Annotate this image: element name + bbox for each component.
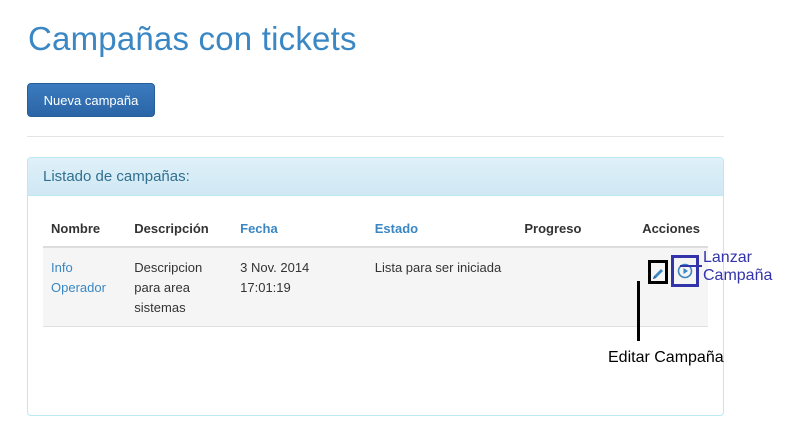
new-campaign-button[interactable]: Nueva campaña: [27, 83, 155, 117]
campaign-date: 3 Nov. 2014 17:01:19: [232, 247, 367, 327]
column-header-nombre: Nombre: [43, 213, 127, 248]
table-header-row: Nombre Descripción Fecha Estado Progreso…: [43, 213, 708, 248]
campaign-description: Descripcion para area sistemas: [126, 247, 233, 327]
campaign-actions: [634, 247, 708, 327]
campaign-status: Lista para ser iniciada: [366, 247, 517, 327]
column-header-progreso: Progreso: [516, 213, 635, 248]
column-header-descripcion: Descripción: [126, 213, 233, 248]
launch-campaign-annotation: Lanzar Campaña: [703, 249, 772, 285]
campaign-list-panel: Listado de campañas: Nombre Descripción …: [27, 157, 724, 416]
launch-annotation-line-2: Campaña: [703, 267, 773, 284]
play-circle-icon[interactable]: [671, 255, 700, 287]
divider: [27, 136, 724, 137]
panel-heading: Listado de campañas:: [28, 158, 723, 196]
edit-annotation-connector: [637, 281, 640, 341]
table-row: Info Operador Descripcion para area sist…: [43, 247, 708, 327]
column-header-estado[interactable]: Estado: [366, 213, 517, 248]
launch-annotation-line-1: Lanzar: [703, 249, 752, 266]
pencil-icon[interactable]: [648, 260, 669, 284]
campaign-table: Nombre Descripción Fecha Estado Progreso…: [43, 213, 708, 327]
launch-annotation-connector: [680, 265, 702, 267]
campaign-name-link[interactable]: Info Operador: [51, 260, 106, 295]
edit-campaign-annotation: Editar Campaña: [608, 349, 724, 366]
page-title: Campañas con tickets: [28, 20, 357, 57]
column-header-acciones: Acciones: [634, 213, 708, 248]
column-header-fecha[interactable]: Fecha: [232, 213, 367, 248]
campaign-name-cell: Info Operador: [43, 247, 127, 327]
campaign-progress: [516, 247, 635, 327]
